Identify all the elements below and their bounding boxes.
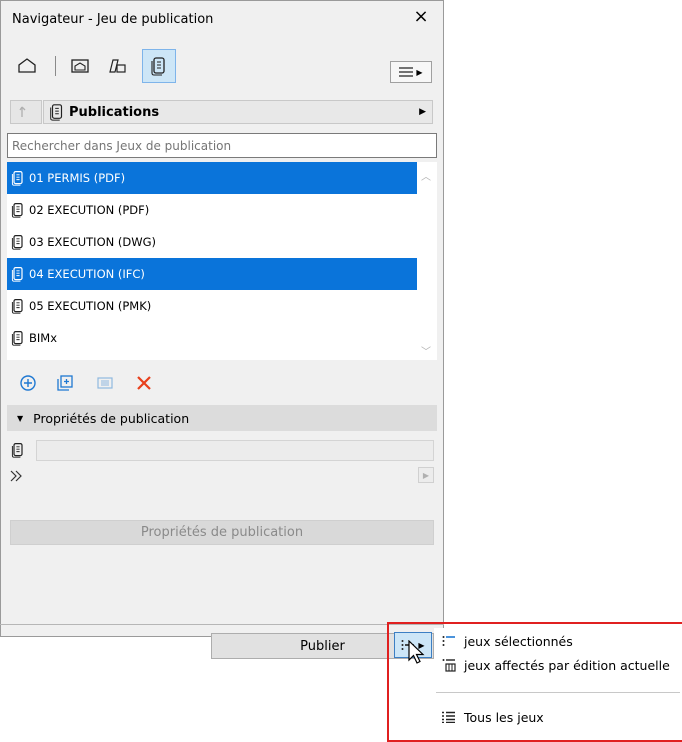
selected-sets-icon (442, 635, 458, 647)
add-folder-icon (56, 374, 74, 392)
list-item-label: 01 PERMIS (PDF) (29, 171, 126, 185)
sets-list: 01 PERMIS (PDF) 02 EXECUTION (PDF) 03 EX… (7, 162, 437, 360)
publisher-sets-icon[interactable] (142, 49, 176, 83)
project-map-icon[interactable] (14, 52, 40, 80)
properties-section-title: Propriétés de publication (33, 410, 190, 426)
menu-item-selected-sets[interactable]: jeux sélectionnés (434, 630, 573, 652)
set-settings-button[interactable] (94, 372, 116, 394)
footer-divider (0, 624, 444, 625)
all-sets-icon (442, 711, 458, 723)
delete-set-button[interactable] (133, 372, 155, 394)
list-item[interactable]: 04 EXECUTION (IFC) (7, 258, 417, 290)
hamburger-menu-icon (399, 67, 414, 77)
list-item[interactable]: 01 PERMIS (PDF) (7, 162, 417, 194)
settings-icon (96, 374, 114, 392)
list-item-label: 03 EXECUTION (DWG) (29, 235, 156, 249)
affected-sets-icon (442, 658, 458, 672)
layout-book-icon[interactable] (104, 52, 130, 80)
add-set-button[interactable] (17, 372, 39, 394)
search-input[interactable] (7, 133, 437, 158)
close-button[interactable]: × (410, 6, 432, 28)
list-item[interactable]: 02 EXECUTION (PDF) (7, 194, 417, 226)
publisher-set-icon (10, 234, 26, 250)
publish-scope-menu: jeux sélectionnés jeux affectés par édit… (434, 628, 682, 734)
scroll-down-icon[interactable]: ﹀ (421, 343, 431, 358)
triangle-right-icon: ▶ (419, 107, 426, 117)
list-item[interactable]: 03 EXECUTION (DWG) (7, 226, 417, 258)
triangle-down-icon: ▼ (17, 413, 24, 423)
list-item-label: 04 EXECUTION (IFC) (29, 267, 145, 281)
arrow-up-icon (19, 104, 33, 121)
set-name-field[interactable] (36, 440, 434, 461)
menu-item-label: jeux sélectionnés (464, 633, 573, 649)
publish-format-icon (10, 470, 26, 482)
triangle-right-icon: ▶ (416, 67, 423, 77)
toolbar-divider (55, 56, 56, 76)
view-map-icon[interactable] (67, 52, 93, 80)
breadcrumb[interactable]: Publications ▶ (43, 100, 433, 124)
publisher-set-icon (10, 202, 26, 218)
scroll-up-icon[interactable]: ︿ (421, 168, 431, 183)
format-expand-button[interactable]: ▶ (418, 467, 434, 483)
up-level-button[interactable] (10, 100, 42, 124)
add-icon (19, 374, 37, 392)
menu-item-label: Tous les jeux (464, 709, 544, 725)
list-item-label: 02 EXECUTION (PDF) (29, 203, 150, 217)
properties-section-header[interactable]: ▼ Propriétés de publication (7, 405, 437, 431)
list-item[interactable]: 05 EXECUTION (PMK) (7, 290, 417, 322)
panel-title: Navigateur - Jeu de publication (12, 12, 214, 27)
list-item-label: 05 EXECUTION (PMK) (29, 299, 152, 313)
publisher-set-icon (10, 266, 26, 282)
delete-icon (135, 374, 153, 392)
breadcrumb-label: Publications (69, 104, 160, 120)
mouse-cursor-icon (408, 639, 426, 669)
list-item[interactable]: BIMx (7, 322, 417, 354)
menu-item-affected-sets[interactable]: jeux affectés par édition actuelle (434, 654, 670, 676)
options-menu-button[interactable]: ▶ (390, 61, 432, 83)
publisher-set-icon (10, 298, 26, 314)
menu-item-all-sets[interactable]: Tous les jeux (434, 706, 544, 728)
list-item-label: BIMx (29, 331, 58, 345)
add-folder-button[interactable] (54, 372, 76, 394)
publisher-sets-icon (48, 103, 66, 121)
publishing-properties-button[interactable]: Propriétés de publication (10, 520, 434, 545)
publisher-set-icon (10, 330, 26, 346)
publisher-set-icon (10, 170, 26, 186)
publisher-set-icon (10, 442, 26, 458)
menu-item-label: jeux affectés par édition actuelle (464, 657, 670, 673)
menu-divider (436, 692, 680, 693)
